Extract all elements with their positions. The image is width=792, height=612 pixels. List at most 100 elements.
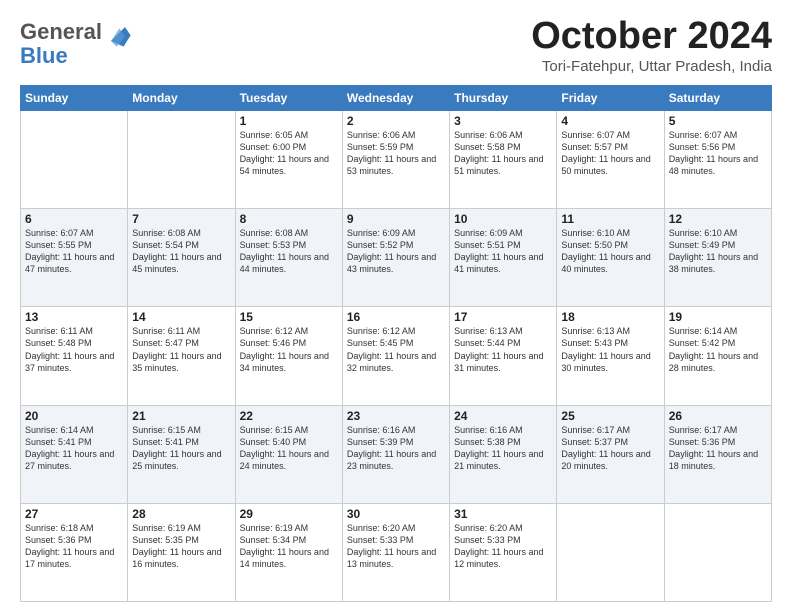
- calendar-cell: 11Sunrise: 6:10 AM Sunset: 5:50 PM Dayli…: [557, 209, 664, 307]
- day-number: 27: [25, 507, 123, 521]
- day-number: 24: [454, 409, 552, 423]
- day-number: 1: [240, 114, 338, 128]
- calendar-cell: 23Sunrise: 6:16 AM Sunset: 5:39 PM Dayli…: [342, 405, 449, 503]
- calendar-week-1: 1Sunrise: 6:05 AM Sunset: 6:00 PM Daylig…: [21, 110, 772, 208]
- weekday-header-monday: Monday: [128, 85, 235, 110]
- day-number: 6: [25, 212, 123, 226]
- day-number: 5: [669, 114, 767, 128]
- day-info: Sunrise: 6:14 AM Sunset: 5:41 PM Dayligh…: [25, 424, 123, 473]
- day-number: 29: [240, 507, 338, 521]
- day-number: 23: [347, 409, 445, 423]
- calendar-cell: 9Sunrise: 6:09 AM Sunset: 5:52 PM Daylig…: [342, 209, 449, 307]
- day-info: Sunrise: 6:19 AM Sunset: 5:34 PM Dayligh…: [240, 522, 338, 571]
- logo-text: General Blue: [20, 20, 102, 68]
- weekday-header-thursday: Thursday: [450, 85, 557, 110]
- day-number: 22: [240, 409, 338, 423]
- day-number: 16: [347, 310, 445, 324]
- calendar-cell: 19Sunrise: 6:14 AM Sunset: 5:42 PM Dayli…: [664, 307, 771, 405]
- logo: General Blue: [20, 20, 132, 68]
- location: Tori-Fatehpur, Uttar Pradesh, India: [531, 58, 772, 75]
- day-number: 28: [132, 507, 230, 521]
- calendar-cell: 26Sunrise: 6:17 AM Sunset: 5:36 PM Dayli…: [664, 405, 771, 503]
- calendar-cell: 10Sunrise: 6:09 AM Sunset: 5:51 PM Dayli…: [450, 209, 557, 307]
- calendar-cell: 15Sunrise: 6:12 AM Sunset: 5:46 PM Dayli…: [235, 307, 342, 405]
- day-info: Sunrise: 6:16 AM Sunset: 5:38 PM Dayligh…: [454, 424, 552, 473]
- calendar-week-5: 27Sunrise: 6:18 AM Sunset: 5:36 PM Dayli…: [21, 503, 772, 601]
- page: General Blue October 2024 Tori-Fatehpur,…: [0, 0, 792, 612]
- day-info: Sunrise: 6:18 AM Sunset: 5:36 PM Dayligh…: [25, 522, 123, 571]
- day-number: 30: [347, 507, 445, 521]
- day-info: Sunrise: 6:12 AM Sunset: 5:45 PM Dayligh…: [347, 325, 445, 374]
- day-number: 12: [669, 212, 767, 226]
- calendar-cell: 24Sunrise: 6:16 AM Sunset: 5:38 PM Dayli…: [450, 405, 557, 503]
- day-info: Sunrise: 6:06 AM Sunset: 5:58 PM Dayligh…: [454, 129, 552, 178]
- calendar-cell: 30Sunrise: 6:20 AM Sunset: 5:33 PM Dayli…: [342, 503, 449, 601]
- day-number: 2: [347, 114, 445, 128]
- calendar-cell: 1Sunrise: 6:05 AM Sunset: 6:00 PM Daylig…: [235, 110, 342, 208]
- day-info: Sunrise: 6:07 AM Sunset: 5:56 PM Dayligh…: [669, 129, 767, 178]
- day-info: Sunrise: 6:07 AM Sunset: 5:55 PM Dayligh…: [25, 227, 123, 276]
- day-number: 13: [25, 310, 123, 324]
- calendar-cell: 17Sunrise: 6:13 AM Sunset: 5:44 PM Dayli…: [450, 307, 557, 405]
- day-info: Sunrise: 6:13 AM Sunset: 5:44 PM Dayligh…: [454, 325, 552, 374]
- day-info: Sunrise: 6:20 AM Sunset: 5:33 PM Dayligh…: [347, 522, 445, 571]
- calendar-cell: 22Sunrise: 6:15 AM Sunset: 5:40 PM Dayli…: [235, 405, 342, 503]
- calendar-week-2: 6Sunrise: 6:07 AM Sunset: 5:55 PM Daylig…: [21, 209, 772, 307]
- day-number: 15: [240, 310, 338, 324]
- logo-blue: Blue: [20, 43, 68, 68]
- day-info: Sunrise: 6:10 AM Sunset: 5:49 PM Dayligh…: [669, 227, 767, 276]
- calendar-cell: 14Sunrise: 6:11 AM Sunset: 5:47 PM Dayli…: [128, 307, 235, 405]
- day-info: Sunrise: 6:14 AM Sunset: 5:42 PM Dayligh…: [669, 325, 767, 374]
- day-number: 19: [669, 310, 767, 324]
- weekday-header-saturday: Saturday: [664, 85, 771, 110]
- day-number: 10: [454, 212, 552, 226]
- calendar-cell: 28Sunrise: 6:19 AM Sunset: 5:35 PM Dayli…: [128, 503, 235, 601]
- calendar-week-4: 20Sunrise: 6:14 AM Sunset: 5:41 PM Dayli…: [21, 405, 772, 503]
- day-info: Sunrise: 6:10 AM Sunset: 5:50 PM Dayligh…: [561, 227, 659, 276]
- weekday-header-sunday: Sunday: [21, 85, 128, 110]
- calendar-cell: 12Sunrise: 6:10 AM Sunset: 5:49 PM Dayli…: [664, 209, 771, 307]
- calendar-cell: 25Sunrise: 6:17 AM Sunset: 5:37 PM Dayli…: [557, 405, 664, 503]
- logo-general: General: [20, 19, 102, 44]
- day-number: 17: [454, 310, 552, 324]
- calendar-cell: 29Sunrise: 6:19 AM Sunset: 5:34 PM Dayli…: [235, 503, 342, 601]
- day-info: Sunrise: 6:05 AM Sunset: 6:00 PM Dayligh…: [240, 129, 338, 178]
- day-number: 8: [240, 212, 338, 226]
- logo-icon: [104, 20, 132, 48]
- day-number: 18: [561, 310, 659, 324]
- day-info: Sunrise: 6:07 AM Sunset: 5:57 PM Dayligh…: [561, 129, 659, 178]
- calendar-week-3: 13Sunrise: 6:11 AM Sunset: 5:48 PM Dayli…: [21, 307, 772, 405]
- calendar-cell: 27Sunrise: 6:18 AM Sunset: 5:36 PM Dayli…: [21, 503, 128, 601]
- day-number: 9: [347, 212, 445, 226]
- day-info: Sunrise: 6:19 AM Sunset: 5:35 PM Dayligh…: [132, 522, 230, 571]
- calendar-cell: 16Sunrise: 6:12 AM Sunset: 5:45 PM Dayli…: [342, 307, 449, 405]
- day-info: Sunrise: 6:17 AM Sunset: 5:37 PM Dayligh…: [561, 424, 659, 473]
- day-info: Sunrise: 6:11 AM Sunset: 5:47 PM Dayligh…: [132, 325, 230, 374]
- calendar-cell: 18Sunrise: 6:13 AM Sunset: 5:43 PM Dayli…: [557, 307, 664, 405]
- day-info: Sunrise: 6:15 AM Sunset: 5:40 PM Dayligh…: [240, 424, 338, 473]
- calendar-cell: 20Sunrise: 6:14 AM Sunset: 5:41 PM Dayli…: [21, 405, 128, 503]
- day-number: 31: [454, 507, 552, 521]
- calendar-cell: 31Sunrise: 6:20 AM Sunset: 5:33 PM Dayli…: [450, 503, 557, 601]
- day-number: 7: [132, 212, 230, 226]
- day-number: 11: [561, 212, 659, 226]
- title-block: October 2024 Tori-Fatehpur, Uttar Prades…: [531, 16, 772, 75]
- month-title: October 2024: [531, 16, 772, 58]
- day-info: Sunrise: 6:13 AM Sunset: 5:43 PM Dayligh…: [561, 325, 659, 374]
- calendar-cell: 3Sunrise: 6:06 AM Sunset: 5:58 PM Daylig…: [450, 110, 557, 208]
- calendar-cell: [128, 110, 235, 208]
- calendar-cell: 21Sunrise: 6:15 AM Sunset: 5:41 PM Dayli…: [128, 405, 235, 503]
- day-info: Sunrise: 6:08 AM Sunset: 5:53 PM Dayligh…: [240, 227, 338, 276]
- calendar-cell: [21, 110, 128, 208]
- calendar-cell: 13Sunrise: 6:11 AM Sunset: 5:48 PM Dayli…: [21, 307, 128, 405]
- day-info: Sunrise: 6:09 AM Sunset: 5:51 PM Dayligh…: [454, 227, 552, 276]
- calendar-cell: [664, 503, 771, 601]
- day-info: Sunrise: 6:20 AM Sunset: 5:33 PM Dayligh…: [454, 522, 552, 571]
- day-info: Sunrise: 6:15 AM Sunset: 5:41 PM Dayligh…: [132, 424, 230, 473]
- day-number: 21: [132, 409, 230, 423]
- weekday-header-row: SundayMondayTuesdayWednesdayThursdayFrid…: [21, 85, 772, 110]
- calendar-cell: 5Sunrise: 6:07 AM Sunset: 5:56 PM Daylig…: [664, 110, 771, 208]
- day-number: 20: [25, 409, 123, 423]
- day-info: Sunrise: 6:11 AM Sunset: 5:48 PM Dayligh…: [25, 325, 123, 374]
- calendar-cell: 4Sunrise: 6:07 AM Sunset: 5:57 PM Daylig…: [557, 110, 664, 208]
